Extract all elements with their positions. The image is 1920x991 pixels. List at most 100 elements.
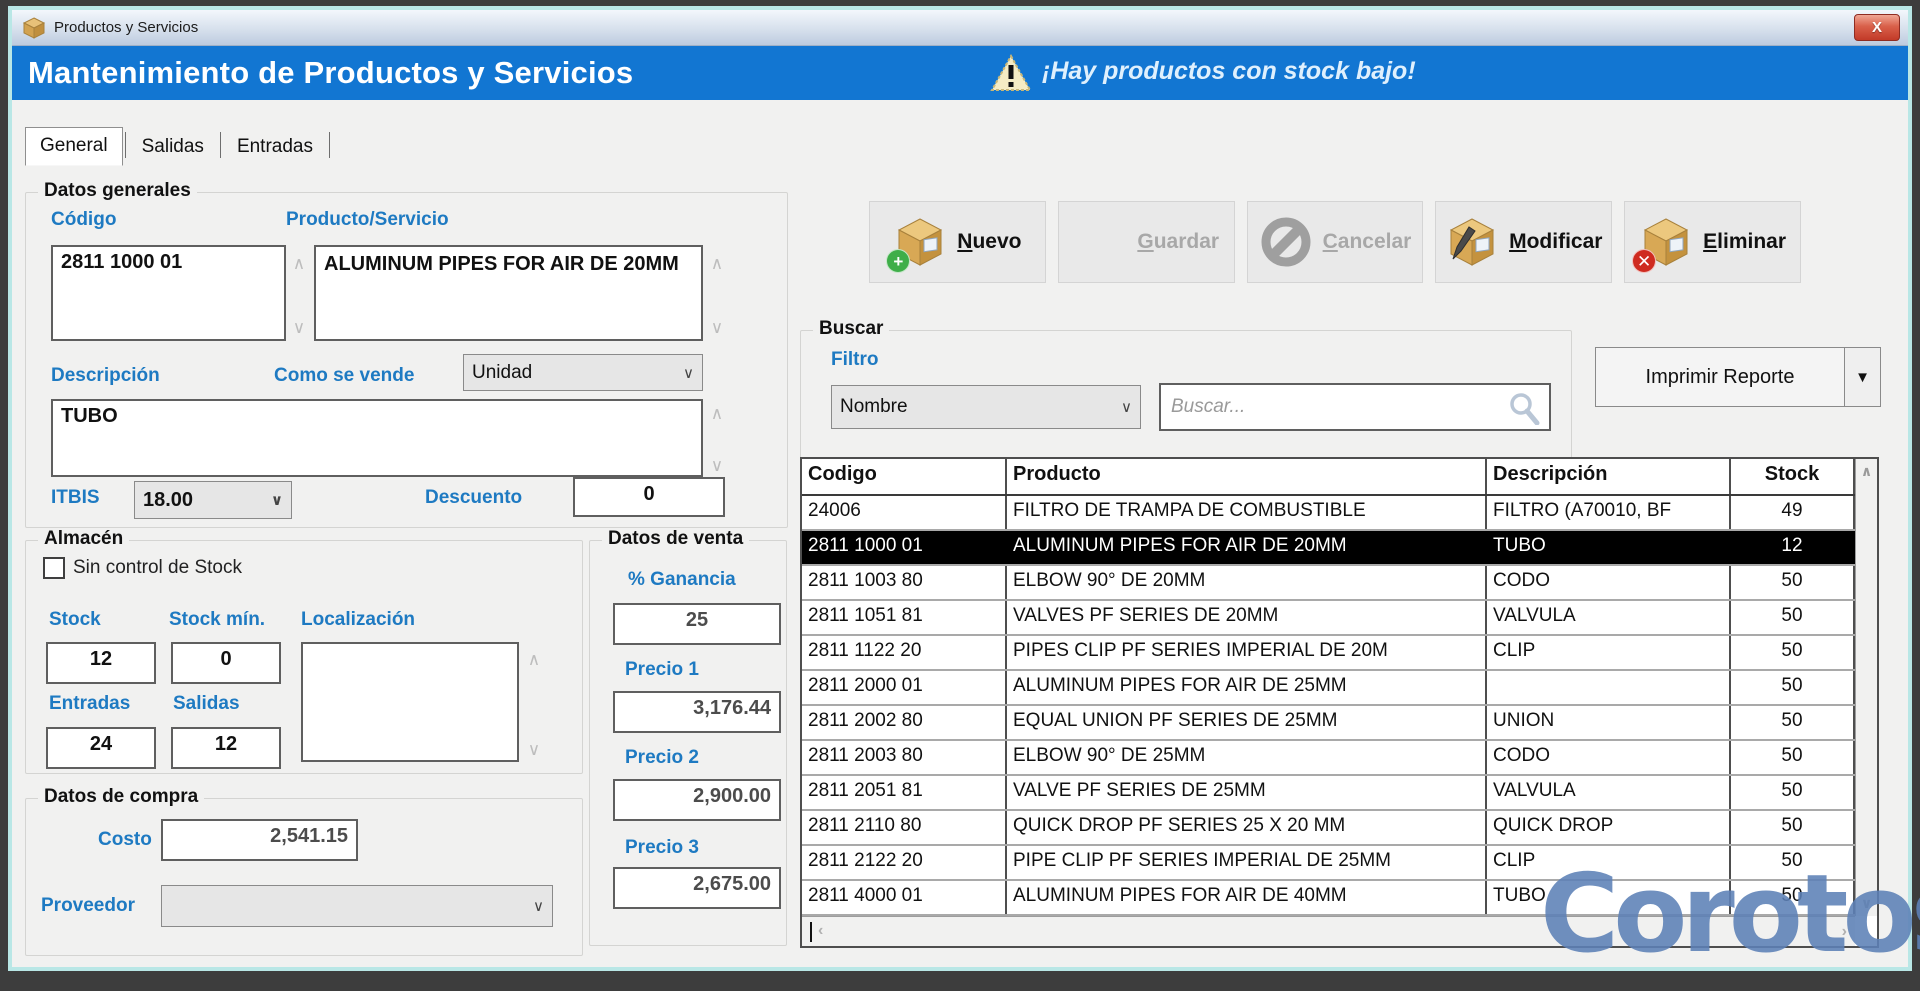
cell-codigo: 2811 2122 20 [802,846,1007,879]
stock-min-input[interactable]: 0 [171,642,281,684]
spinner-down-icon[interactable]: ∨ [706,457,728,474]
cell-codigo: 2811 1122 20 [802,636,1007,669]
table-row[interactable]: 2811 2051 81VALVE PF SERIES DE 25MMVALVU… [802,776,1855,811]
cancelar-label: Cancelar [1323,230,1412,254]
app-box-icon [22,17,46,39]
page-title: Mantenimiento de Productos y Servicios [28,55,633,91]
table-row[interactable]: 2811 2003 80ELBOW 90° DE 25MMCODO50 [802,741,1855,776]
precio1-input[interactable]: 3,176.44 [613,691,781,733]
stock-min-label: Stock mín. [169,609,265,631]
spinner-up-icon[interactable]: ∧ [706,405,728,422]
spinner-up-icon[interactable]: ∧ [523,651,545,668]
scroll-left-icon[interactable]: ‹ [810,922,823,942]
spinner-down-icon[interactable]: ∨ [706,319,728,336]
vertical-scrollbar[interactable]: ∧ ∨ [1855,459,1877,916]
proveedor-dropdown[interactable]: ∨ [161,885,553,927]
almacen-title: Almacén [38,528,129,550]
ganancia-label: % Ganancia [628,569,736,591]
cell-descripcion: TUBO [1487,531,1731,564]
codigo-input[interactable]: 2811 1000 01 [51,245,286,341]
precio3-input[interactable]: 2,675.00 [613,867,781,909]
precio3-label: Precio 3 [625,837,699,859]
app-window: Productos y Servicios X Mantenimiento de… [0,0,1920,991]
cell-stock: 50 [1731,741,1855,774]
cell-producto: ALUMINUM PIPES FOR AIR DE 20MM [1007,531,1487,564]
localizacion-input[interactable] [301,642,519,762]
costo-label: Costo [98,829,152,851]
precio2-input[interactable]: 2,900.00 [613,779,781,821]
column-header-1[interactable]: Producto [1007,459,1487,494]
cell-producto: ALUMINUM PIPES FOR AIR DE 25MM [1007,671,1487,704]
tab-salidas[interactable]: Salidas [128,129,218,166]
cell-producto: EQUAL UNION PF SERIES DE 25MM [1007,706,1487,739]
stock-input[interactable]: 12 [46,642,156,684]
cell-stock: 50 [1731,671,1855,704]
box-edit-icon [1445,215,1499,269]
spinner-up-icon[interactable]: ∧ [288,255,310,272]
column-header-0[interactable]: Codigo [802,459,1007,494]
modificar-button[interactable]: Modificar [1435,201,1612,283]
tab-general[interactable]: General [25,127,123,166]
precio2-label: Precio 2 [625,747,699,769]
guardar-button[interactable]: Guardar [1058,201,1235,283]
itbis-label: ITBIS [51,487,100,509]
cell-stock: 50 [1731,776,1855,809]
cell-stock: 50 [1731,811,1855,844]
eliminar-button[interactable]: ✕ Eliminar [1624,201,1801,283]
nuevo-button[interactable]: + Nuevo [869,201,1046,283]
cell-codigo: 2811 1051 81 [802,601,1007,634]
table-row[interactable]: 24006FILTRO DE TRAMPA DE COMBUSTIBLEFILT… [802,496,1855,531]
table-row[interactable]: 2811 2000 01ALUMINUM PIPES FOR AIR DE 25… [802,671,1855,706]
producto-input[interactable]: ALUMINUM PIPES FOR AIR DE 20MM [314,245,703,341]
table-row[interactable]: 2811 1122 20PIPES CLIP PF SERIES IMPERIA… [802,636,1855,671]
itbis-dropdown[interactable]: 18.00 ∨ [134,481,292,519]
search-icon[interactable] [1507,391,1541,425]
costo-input[interactable]: 2,541.15 [161,819,358,861]
modificar-label: Modificar [1509,230,1602,254]
table-row[interactable]: 2811 2002 80EQUAL UNION PF SERIES DE 25M… [802,706,1855,741]
cell-codigo: 2811 1003 80 [802,566,1007,599]
tab-separator [220,132,221,158]
cell-producto: PIPES CLIP PF SERIES IMPERIAL DE 20M [1007,636,1487,669]
title-bar[interactable]: Productos y Servicios X [12,10,1908,46]
imprimir-reporte-label: Imprimir Reporte [1596,348,1844,406]
column-header-3[interactable]: Stock [1731,459,1855,494]
tab-strip: General Salidas Entradas [25,126,332,166]
spinner-down-icon[interactable]: ∨ [288,319,310,336]
filtro-dropdown[interactable]: Nombre ∨ [831,385,1141,429]
cell-descripcion: CODO [1487,566,1731,599]
salidas-label: Salidas [173,693,240,715]
spinner-up-icon[interactable]: ∧ [706,255,728,272]
cell-codigo: 2811 2003 80 [802,741,1007,774]
cell-producto: ALUMINUM PIPES FOR AIR DE 40MM [1007,881,1487,914]
chevron-down-icon: ∨ [683,364,694,382]
sin-control-checkbox[interactable] [43,557,65,579]
tab-entradas[interactable]: Entradas [223,129,327,166]
table-row[interactable]: 2811 1003 80ELBOW 90° DE 20MMCODO50 [802,566,1855,601]
imprimir-reporte-button[interactable]: Imprimir Reporte ▼ [1595,347,1881,407]
cancelar-button[interactable]: Cancelar [1247,201,1424,283]
table-row[interactable]: 2811 1051 81VALVES PF SERIES DE 20MMVALV… [802,601,1855,636]
cell-descripcion: UNION [1487,706,1731,739]
precio1-label: Precio 1 [625,659,699,681]
print-dropdown-arrow[interactable]: ▼ [1844,348,1880,406]
como-se-vende-dropdown[interactable]: Unidad ∨ [463,354,703,391]
cell-producto: VALVES PF SERIES DE 20MM [1007,601,1487,634]
table-row[interactable]: 2811 2110 80QUICK DROP PF SERIES 25 X 20… [802,811,1855,846]
descripcion-input[interactable]: TUBO [51,399,703,477]
ganancia-input[interactable]: 25 [613,603,781,645]
column-header-2[interactable]: Descripción [1487,459,1731,494]
save-icon [1073,215,1127,269]
table-row[interactable]: 2811 1000 01ALUMINUM PIPES FOR AIR DE 20… [802,531,1855,566]
close-button[interactable]: X [1854,14,1900,41]
window-title: Productos y Servicios [54,19,198,36]
scroll-up-icon[interactable]: ∧ [1861,463,1872,480]
search-input[interactable] [1159,383,1551,431]
cell-producto: FILTRO DE TRAMPA DE COMBUSTIBLE [1007,496,1487,529]
entradas-input[interactable]: 24 [46,727,156,769]
no-entry-icon [1259,215,1313,269]
x-badge-icon: ✕ [1632,249,1656,273]
spinner-down-icon[interactable]: ∨ [523,741,545,758]
salidas-input[interactable]: 12 [171,727,281,769]
descuento-input[interactable]: 0 [573,477,725,517]
